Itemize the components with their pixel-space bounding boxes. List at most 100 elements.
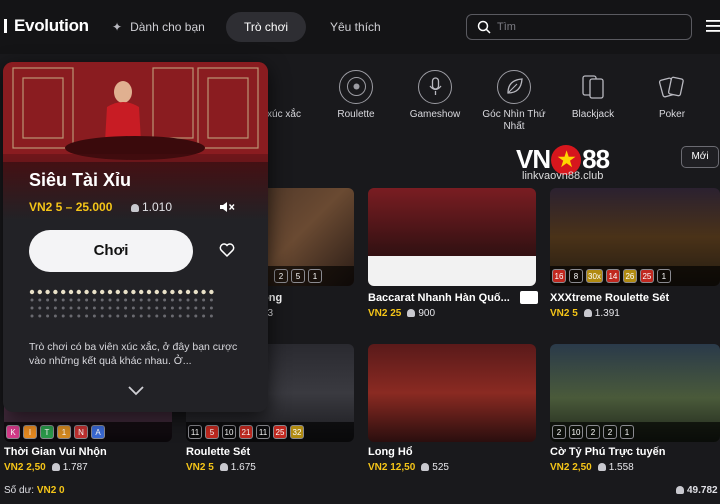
history-dot: [124, 298, 128, 302]
result-chip: 2: [274, 269, 288, 283]
result-chip: T: [40, 425, 54, 439]
history-dot: [77, 314, 81, 318]
history-dot: [77, 306, 81, 310]
game-tile-baccarat[interactable]: [368, 188, 536, 286]
history-dot: [209, 298, 213, 302]
chevron-down-icon[interactable]: [127, 384, 145, 396]
result-chip: 5: [205, 425, 219, 439]
history-dot: [84, 289, 89, 295]
watermark-url: linkvaovn88.club: [522, 170, 604, 182]
dealer-studio-illustration: [3, 62, 268, 220]
history-dot: [107, 289, 113, 295]
history-dot: [108, 306, 112, 310]
history-dot: [69, 314, 73, 318]
tile-xxxtreme-title: XXXtreme Roulette Sét: [550, 292, 670, 304]
players-count: 1.675: [230, 462, 256, 473]
result-chip: K: [6, 425, 20, 439]
history-dot: [100, 314, 104, 318]
history-dot: [61, 298, 65, 302]
nav-for-you[interactable]: ✦ Dành cho bạn: [94, 12, 223, 42]
category-blackjack[interactable]: Blackjack: [553, 70, 633, 121]
game-tile-dragon-tiger[interactable]: [368, 344, 536, 442]
user-icon: [51, 463, 60, 471]
game-tile-monopoly[interactable]: 2 10 2 2 1: [550, 344, 720, 442]
nav-favorites-label: Yêu thích: [330, 20, 381, 34]
user-icon: [676, 486, 684, 494]
history-dot: [155, 314, 159, 318]
result-chip: 30x: [586, 269, 603, 283]
history-dot: [209, 289, 214, 295]
result-strip: 2 10 2 2 1: [550, 422, 720, 442]
history-dot: [139, 289, 144, 295]
result-chip: 8: [569, 269, 583, 283]
history-dot: [108, 298, 112, 302]
evolution-logo[interactable]: Evolution: [4, 16, 89, 36]
category-first-person[interactable]: Góc Nhìn Thứ Nhất: [474, 70, 554, 133]
mute-speaker-icon[interactable]: [219, 201, 235, 213]
history-dot: [147, 306, 151, 310]
history-dot: [185, 289, 191, 295]
history-dot: [131, 289, 136, 295]
user-icon: [219, 463, 228, 471]
category-blackjack-label: Blackjack: [571, 109, 615, 120]
result-chip: 1: [57, 425, 71, 439]
new-filter-button[interactable]: Mới: [681, 146, 719, 168]
history-dot: [202, 314, 206, 318]
nav-games[interactable]: Trò chơi: [226, 12, 307, 42]
history-dot: [45, 289, 50, 295]
history-dot: [170, 314, 174, 318]
category-poker[interactable]: Poker: [632, 70, 712, 121]
category-roulette-label: Roulette: [337, 109, 375, 120]
history-dot: [147, 298, 151, 302]
players-count: 1.391: [594, 308, 620, 319]
history-dot: [92, 306, 96, 310]
history-dot: [170, 289, 175, 295]
history-dot: [131, 306, 135, 310]
stake: VN2 12,50: [368, 462, 416, 473]
result-chip: 10: [222, 425, 236, 439]
history-dot: [85, 298, 89, 302]
tile-lightning-roulette-meta: VN2 5 1.675: [186, 462, 256, 473]
search-icon: [477, 20, 491, 34]
category-gameshow-label: Gameshow: [409, 109, 461, 120]
result-strip: 11 5 10 21 11 25 32: [186, 422, 354, 442]
history-dot: [46, 298, 50, 302]
result-chip: I: [23, 425, 37, 439]
history-dot: [139, 306, 143, 310]
game-player-count: 1.010: [131, 200, 172, 214]
category-roulette[interactable]: Roulette: [316, 70, 396, 121]
result-chip: 14: [605, 269, 620, 283]
roulette-wheel-icon: [346, 77, 366, 96]
hamburger-menu-icon[interactable]: [706, 20, 720, 32]
tile-funky-time-meta: VN2 2,50 1.787: [4, 462, 88, 473]
history-dot: [123, 289, 128, 295]
stake: VN2 5: [550, 308, 578, 319]
tile-monopoly-title: Cờ Tỷ Phú Trực tuyến: [550, 446, 666, 458]
poker-cards-icon: [655, 70, 689, 104]
history-dot: [193, 289, 198, 295]
result-chip: 21: [239, 425, 253, 439]
play-button[interactable]: Chơi: [29, 230, 193, 272]
result-chip: 1: [656, 269, 671, 283]
search-input[interactable]: [497, 19, 677, 35]
game-tile-xxxtreme[interactable]: 16 8 30x 14 26 25 1: [550, 188, 720, 286]
tile-lightning-roulette-title: Roulette Sét: [186, 446, 251, 458]
history-dot: [124, 306, 128, 310]
result-chip: 2: [586, 425, 600, 439]
history-dot: [202, 306, 206, 310]
search-box[interactable]: [466, 14, 692, 40]
history-dot: [46, 314, 50, 318]
heart-icon[interactable]: [219, 242, 235, 258]
result-strip: 16 8 30x 14 26 25 1: [550, 266, 720, 286]
game-stake-range: VN2 5 – 25.000: [29, 200, 113, 214]
history-dot: [178, 314, 182, 318]
stake: VN2 5: [186, 462, 214, 473]
category-gameshow[interactable]: Gameshow: [395, 70, 475, 121]
nav-favorites[interactable]: Yêu thích: [312, 12, 399, 42]
history-dot: [37, 289, 42, 295]
tile-dragon-tiger-title: Long Hổ: [368, 446, 413, 458]
balance-value: VN2 0: [36, 485, 65, 496]
online-count: 49.782: [676, 485, 718, 496]
history-dot: [53, 298, 57, 302]
history-dot: [186, 306, 190, 310]
